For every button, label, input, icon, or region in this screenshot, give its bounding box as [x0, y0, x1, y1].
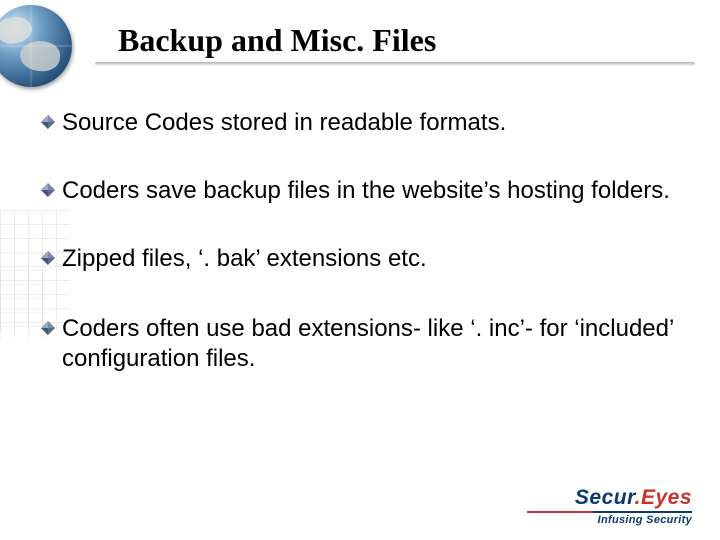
page-title: Backup and Misc. Files: [118, 22, 436, 59]
bullet-text: Coders save backup files in the website’…: [62, 176, 680, 206]
brand-part1: Secur: [575, 486, 635, 509]
diamond-bullet-icon: [40, 320, 56, 336]
list-item: Coders save backup files in the website’…: [40, 176, 680, 206]
brand-divider: [527, 511, 692, 513]
title-underline: [95, 62, 695, 66]
list-item: Zipped files, ‘. bak’ extensions etc.: [40, 244, 680, 274]
bullet-text: Source Codes stored in readable formats.: [62, 108, 680, 138]
diamond-bullet-icon: [40, 114, 56, 130]
list-item: Source Codes stored in readable formats.: [40, 108, 680, 138]
bullet-text: Coders often use bad extensions- like ‘.…: [62, 314, 680, 374]
brand-name: Secur.Eyes: [527, 486, 692, 510]
globe-icon: [0, 5, 85, 100]
diamond-bullet-icon: [40, 182, 56, 198]
brand-logo: Secur.Eyes Infusing Security: [527, 486, 692, 526]
list-item: Coders often use bad extensions- like ‘.…: [40, 314, 680, 374]
brand-part2: Eyes: [641, 486, 692, 509]
brand-tagline: Infusing Security: [527, 514, 692, 526]
diamond-bullet-icon: [40, 250, 56, 266]
bullet-text: Zipped files, ‘. bak’ extensions etc.: [62, 244, 680, 274]
bullet-list: Source Codes stored in readable formats.…: [40, 108, 680, 412]
